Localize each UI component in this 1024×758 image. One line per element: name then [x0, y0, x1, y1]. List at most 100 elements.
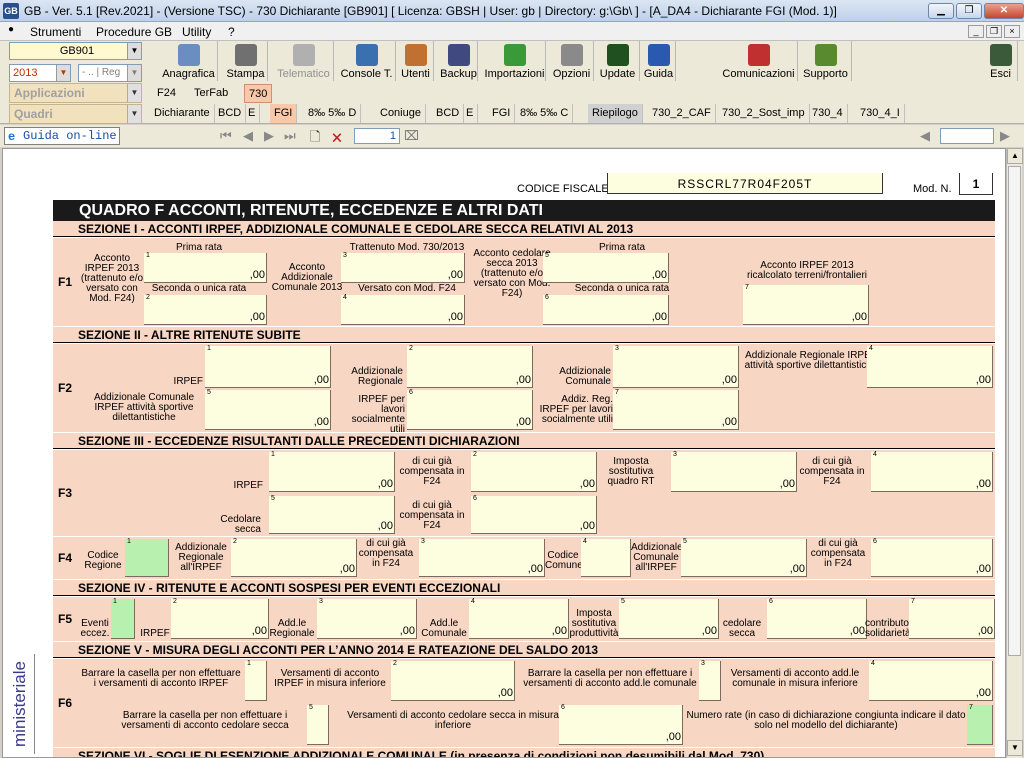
f2-field-6[interactable]: 6,00 [407, 389, 533, 430]
page-number-field[interactable]: 1 [354, 128, 400, 144]
mdi-restore-button[interactable]: ❐ [986, 25, 1002, 38]
f4-field-1[interactable]: 1 [125, 538, 169, 577]
f4-field-2[interactable]: 2,00 [231, 538, 357, 577]
applicazioni-combo[interactable]: Applicazioni ▼ [9, 83, 142, 103]
quadro-tab-8[interactable]: E [462, 104, 479, 123]
esci-button[interactable]: Esci [984, 41, 1018, 81]
f5-field-5[interactable]: 5,00 [619, 598, 719, 639]
maximize-button[interactable]: ❐ [956, 3, 982, 19]
scroll-thumb[interactable] [1008, 166, 1021, 656]
tab-terfab[interactable]: TerFab [190, 84, 232, 103]
f3-field-3[interactable]: 3,00 [671, 451, 797, 492]
f3-field-4[interactable]: 4,00 [871, 451, 993, 492]
f2-field-5[interactable]: 5,00 [205, 389, 331, 430]
f3-field-6[interactable]: 6,00 [471, 495, 597, 534]
f2-field-1[interactable]: 1,00 [205, 345, 331, 388]
quadro-tab-12[interactable]: 730_2_CAF [648, 104, 716, 123]
f1-field-4[interactable]: 4,00 [341, 294, 465, 325]
f6-field-1[interactable]: 1 [245, 660, 267, 701]
comunicazioni-button[interactable]: Comunicazioni [720, 41, 798, 81]
f5-field-7[interactable]: 7,00 [909, 598, 995, 639]
f6-field-2[interactable]: 2,00 [391, 660, 515, 701]
f5-field-3[interactable]: 3,00 [317, 598, 417, 639]
year-combo[interactable]: 2013 ▼ [9, 64, 71, 82]
quadro-tab-7[interactable]: BCD [432, 104, 465, 123]
close-button[interactable]: ✕ [984, 3, 1024, 19]
mdi-minimize-button[interactable]: _ [968, 25, 984, 38]
quadro-tab-10[interactable]: 8‰ 5‰ C [516, 104, 574, 123]
f6-field-5[interactable]: 5 [307, 704, 329, 745]
f1-field-1[interactable]: 1,00 [144, 252, 267, 283]
quadro-tab-3[interactable]: E [244, 104, 261, 123]
guida-button[interactable]: Guida [642, 41, 676, 81]
mod-n-field[interactable]: 1 [959, 173, 993, 195]
anagrafica-button[interactable]: Anagrafica [160, 41, 218, 81]
f5-field-4[interactable]: 4,00 [469, 598, 569, 639]
backup-button[interactable]: Backup [440, 41, 478, 81]
menu-procedure-gb[interactable]: Procedure GB [96, 25, 172, 39]
quadro-tab-4[interactable]: FGI [270, 104, 298, 123]
reg-combo[interactable]: - .. | Reg ▼ [78, 64, 142, 82]
f6-field-4[interactable]: 4,00 [869, 660, 993, 701]
codice-fiscale-field[interactable]: RSSCRL77R04F205T [607, 173, 883, 194]
scroll-left-icon[interactable]: ◀ [920, 128, 930, 144]
quadro-tab-1[interactable]: Dichiarante [150, 104, 215, 123]
f4-field-6[interactable]: 6,00 [871, 538, 993, 577]
f6-field-6[interactable]: 6,00 [559, 704, 683, 745]
utenti-button[interactable]: Utenti [398, 41, 434, 81]
f1-field-6[interactable]: 6,00 [543, 294, 669, 325]
quadro-tab-15[interactable]: 730_4_I [856, 104, 905, 123]
f5-field-2[interactable]: 2,00 [171, 598, 269, 639]
delete-page-icon[interactable]: 🗙 [332, 128, 342, 150]
next-page-icon[interactable]: ▶ [264, 128, 274, 144]
f6-field-7[interactable]: 7 [967, 704, 993, 745]
menu-help[interactable]: ? [228, 25, 235, 39]
quadro-tab-14[interactable]: 730_4 [808, 104, 848, 123]
mdi-close-button[interactable]: × [1004, 25, 1020, 38]
f1-field-5[interactable]: 5,00 [543, 252, 669, 283]
scroll-down-icon[interactable]: ▼ [1007, 740, 1023, 756]
f1-field-2[interactable]: 2,00 [144, 294, 267, 325]
quadro-tab-9[interactable]: FGI [488, 104, 516, 123]
f4-field-5[interactable]: 5,00 [681, 538, 807, 577]
scroll-right-icon[interactable]: ▶ [1000, 128, 1010, 144]
supporto-button[interactable]: Supporto [800, 41, 852, 81]
quadro-tab-6[interactable]: Coniuge [376, 104, 426, 123]
f2-field-7[interactable]: 7,00 [613, 389, 739, 430]
prev-page-icon[interactable]: ◀ [243, 128, 253, 144]
quadri-combo[interactable]: Quadri ▼ [9, 104, 142, 124]
f2-field-3[interactable]: 3,00 [613, 345, 739, 388]
importazioni-button[interactable]: Importazioni [484, 41, 546, 81]
f4-field-4[interactable]: 4 [581, 538, 631, 577]
f2-field-2[interactable]: 2,00 [407, 345, 533, 388]
tab-730[interactable]: 730 [244, 84, 273, 103]
quadro-tab-2[interactable]: BCD [214, 104, 247, 123]
goto-field[interactable] [940, 128, 994, 144]
last-page-icon[interactable]: ⏭ [284, 128, 296, 144]
menu-strumenti[interactable]: Strumenti [30, 25, 81, 39]
f5-field-6[interactable]: 6,00 [767, 598, 867, 639]
vertical-scrollbar[interactable]: ▲ ▼ [1006, 148, 1023, 758]
f2-field-4[interactable]: 4,00 [867, 345, 993, 388]
f1-field-3[interactable]: 3,00 [341, 252, 465, 283]
f4-field-3[interactable]: 3,00 [419, 538, 545, 577]
quadro-tab-5[interactable]: 8‰ 5‰ D [304, 104, 362, 123]
f6-field-3[interactable]: 3 [699, 660, 721, 701]
tab-f24[interactable]: F24 [153, 84, 180, 103]
telematico-button[interactable]: Telematico [274, 41, 334, 81]
new-page-icon[interactable]: 🗋 [310, 128, 320, 150]
opzioni-button[interactable]: Opzioni [550, 41, 594, 81]
console-t--button[interactable]: Console T. [338, 41, 396, 81]
f5-field-1[interactable]: 1 [111, 598, 135, 639]
f3-field-1[interactable]: 1,00 [269, 451, 395, 492]
minimize-button[interactable]: ▁ [928, 3, 954, 19]
clear-page-icon[interactable]: ⌧ [404, 128, 419, 144]
quadro-tab-11[interactable]: Riepilogo [588, 104, 643, 123]
scroll-up-icon[interactable]: ▲ [1007, 148, 1023, 164]
menu-utility[interactable]: Utility [182, 25, 211, 39]
guida-online-button[interactable]: e Guida on-line [4, 127, 120, 145]
f1-field-7[interactable]: 7,00 [743, 284, 869, 325]
code-combo[interactable]: GB901 ▼ [9, 42, 142, 60]
stampa-button[interactable]: Stampa [224, 41, 268, 81]
quadro-tab-13[interactable]: 730_2_Sost_imp [718, 104, 810, 123]
